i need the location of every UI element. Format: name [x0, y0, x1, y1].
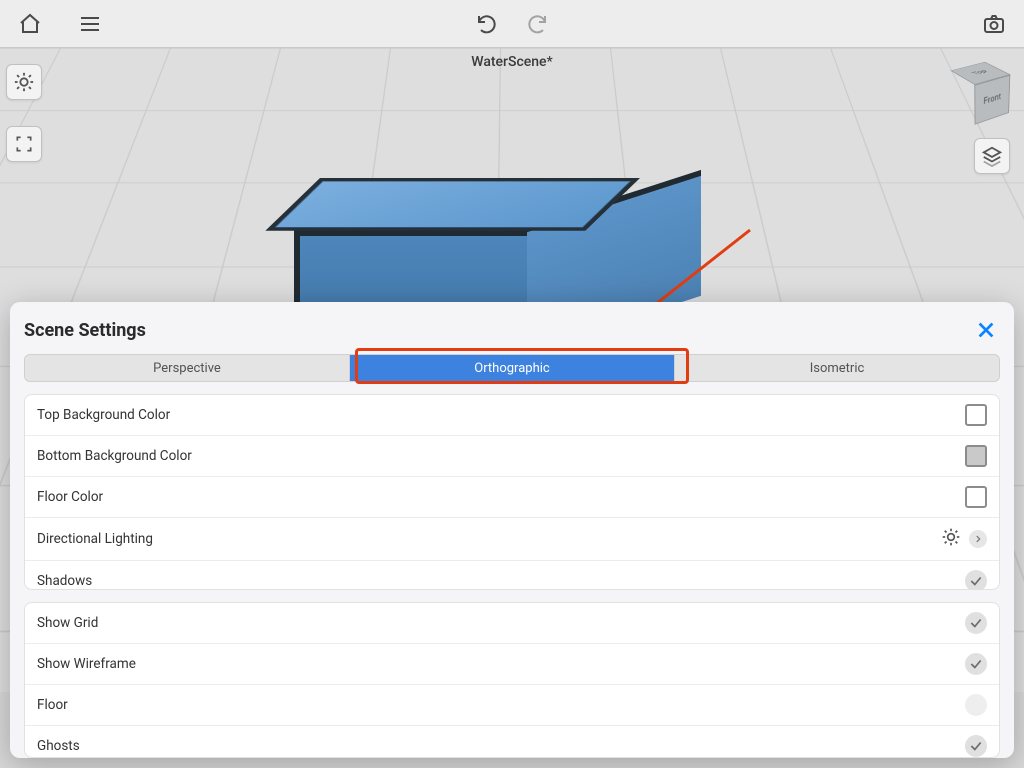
layers-button[interactable]: [974, 138, 1010, 174]
toggle-check[interactable]: [965, 612, 987, 634]
top-toolbar: [0, 0, 1024, 48]
settings-group-appearance: Top Background Color Bottom Background C…: [24, 394, 1000, 590]
selection-frame-tool[interactable]: [6, 126, 42, 162]
panel-title: Scene Settings: [24, 320, 146, 341]
view-cube[interactable]: Top Right Front: [950, 62, 1010, 122]
settings-group-display: Show Grid Show Wireframe Floor: [24, 602, 1000, 758]
color-swatch[interactable]: [965, 486, 987, 508]
toggle-check[interactable]: [965, 653, 987, 675]
undo-button[interactable]: [471, 8, 503, 40]
tab-isometric[interactable]: Isometric: [675, 355, 999, 381]
row-top-background-color[interactable]: Top Background Color: [25, 395, 999, 436]
toggle-check[interactable]: [965, 735, 987, 757]
sun-icon: [941, 527, 961, 551]
projection-segmented-control: Perspective Orthographic Isometric: [24, 354, 1000, 382]
row-show-grid[interactable]: Show Grid: [25, 603, 999, 644]
viewcube-front[interactable]: Front: [974, 75, 1010, 125]
row-label: Bottom Background Color: [37, 448, 192, 464]
row-ghosts[interactable]: Ghosts: [25, 726, 999, 758]
row-label: Floor: [37, 697, 68, 713]
camera-button[interactable]: [978, 8, 1010, 40]
row-label: Floor Color: [37, 489, 103, 505]
sun-tool[interactable]: [6, 64, 42, 100]
chevron-right-icon: [969, 530, 987, 548]
row-label: Directional Lighting: [37, 531, 153, 547]
tab-perspective[interactable]: Perspective: [25, 355, 350, 381]
tab-orthographic[interactable]: Orthographic: [350, 355, 675, 381]
close-button[interactable]: [972, 316, 1000, 344]
redo-button[interactable]: [521, 8, 553, 40]
row-label: Shadows: [37, 573, 92, 589]
row-label: Show Grid: [37, 615, 98, 631]
row-label: Show Wireframe: [37, 656, 136, 672]
color-swatch[interactable]: [965, 445, 987, 467]
home-button[interactable]: [14, 8, 46, 40]
row-label: Top Background Color: [37, 407, 170, 423]
row-shadows[interactable]: Shadows: [25, 561, 999, 590]
scene-title: WaterScene*: [471, 54, 553, 70]
row-directional-lighting[interactable]: Directional Lighting: [25, 518, 999, 561]
toggle-check[interactable]: [965, 570, 987, 590]
toggle-check[interactable]: [965, 694, 987, 716]
row-floor[interactable]: Floor: [25, 685, 999, 726]
color-swatch[interactable]: [965, 404, 987, 426]
scene-settings-panel: Scene Settings Perspective Orthographic …: [10, 302, 1014, 758]
row-bottom-background-color[interactable]: Bottom Background Color: [25, 436, 999, 477]
row-floor-color[interactable]: Floor Color: [25, 477, 999, 518]
row-show-wireframe[interactable]: Show Wireframe: [25, 644, 999, 685]
row-label: Ghosts: [37, 738, 80, 754]
menu-button[interactable]: [74, 8, 106, 40]
